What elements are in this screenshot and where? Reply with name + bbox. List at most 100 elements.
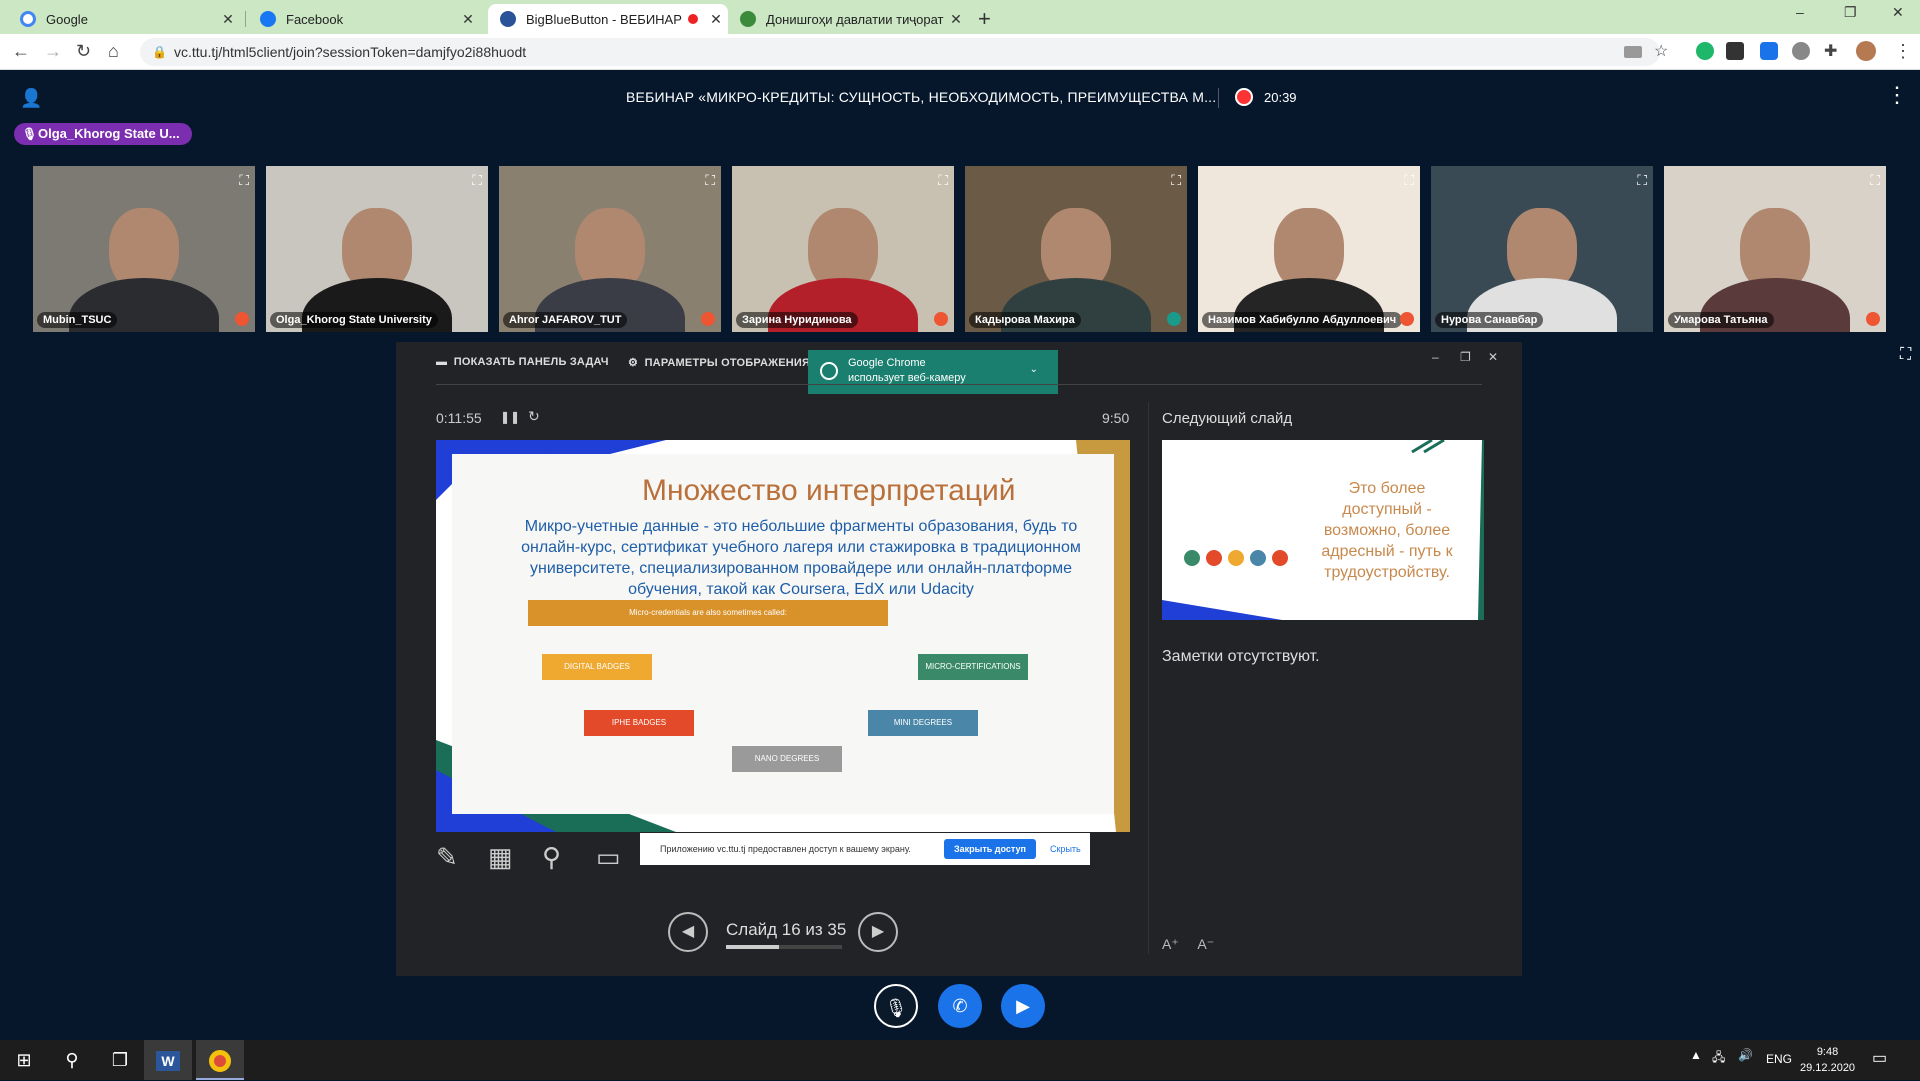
clock[interactable]: 9:48 29.12.2020 [1800,1044,1855,1076]
extension-icon[interactable] [1726,42,1744,60]
close-icon[interactable]: ✕ [944,11,968,28]
slide-label: IPHE BADGES [584,710,694,736]
close-icon[interactable]: ✕ [216,11,240,28]
expand-icon[interactable]: ⛶ [1404,172,1414,189]
increase-font-icon[interactable]: A⁺ [1162,936,1179,952]
maximize-button[interactable]: ❐ [1844,4,1857,21]
menu-icon[interactable]: ⋮ [1894,41,1912,62]
participant-name[interactable]: Назимов Хабибулло Абдуллоевич [1202,312,1403,328]
fullscreen-icon[interactable]: ⛶ [1900,346,1911,364]
close-button[interactable]: ✕ [1488,350,1498,364]
tab-google[interactable]: Google ✕ [8,4,240,34]
expand-icon[interactable]: ⛶ [1637,172,1647,189]
volume-icon[interactable]: 🔊 [1738,1048,1753,1062]
record-icon[interactable] [1235,88,1253,106]
participant-name[interactable]: Ahror JAFAROV_TUT [503,312,628,328]
tab-university[interactable]: Донишгоҳи давлатии тиҷорати ✕ [728,4,968,34]
expand-icon[interactable]: ⛶ [705,172,715,189]
minimize-button[interactable]: – [1432,350,1439,364]
camera-icon[interactable] [1624,46,1642,58]
grammarly-icon[interactable] [1696,42,1714,60]
tab-bigbluebutton[interactable]: BigBlueButton - ВЕБИНАР ✕ [488,4,728,34]
extension-icon[interactable] [1760,42,1778,60]
video-tile[interactable]: ⛶ Mubin_TSUC [33,166,255,332]
close-icon[interactable]: ✕ [456,11,480,28]
expand-icon[interactable]: ⛶ [1870,172,1880,189]
address-bar: ← → ↻ ⌂ 🔒 vc.ttu.tj/html5client/join?ses… [0,34,1920,70]
minimize-button[interactable]: – [1796,4,1804,20]
video-tile[interactable]: ⛶ Olga_Khorog State University [266,166,488,332]
language-indicator[interactable]: ENG [1766,1052,1792,1066]
stop-sharing-button[interactable]: Закрыть доступ [944,839,1036,859]
participant-name[interactable]: Зарина Нуридинова [736,312,858,328]
black-screen-icon[interactable]: ▭ [596,842,621,873]
notifications-icon[interactable]: ▭ [1872,1048,1887,1068]
slide-progress [726,945,842,949]
slides-grid-icon[interactable]: ▦ [488,842,513,873]
muted-mic-icon [1400,312,1414,326]
video-tile[interactable]: ⛶ Назимов Хабибулло Абдуллоевич [1198,166,1420,332]
task-view-icon[interactable]: ❐ [96,1040,144,1080]
home-icon[interactable]: ⌂ [108,41,119,62]
video-tile[interactable]: ⛶ Умарова Татьяна [1664,166,1886,332]
close-icon[interactable]: ✕ [704,11,728,28]
video-tile[interactable]: ⛶ Кадырова Махира [965,166,1187,332]
notification-title: Google Chrome [848,357,926,369]
extension-icon[interactable] [1792,42,1810,60]
user-list-icon[interactable]: 👤 [20,88,42,109]
hide-banner-link[interactable]: Скрыть [1050,833,1081,865]
mic-icon: 🎙 [22,127,38,141]
meeting-header: 👤 ВЕБИНАР «МИКРО-КРЕДИТЫ: СУЩНОСТЬ, НЕОБ… [0,70,1920,126]
participant-name[interactable]: Mubin_TSUC [37,312,118,328]
camera-button[interactable]: ▶ [1001,984,1045,1028]
new-tab-button[interactable]: + [978,6,991,32]
participant-name[interactable]: Нурова Санавбар [1435,312,1544,328]
forward-icon[interactable]: → [44,41,62,62]
video-tile[interactable]: ⛶ Ahror JAFAROV_TUT [499,166,721,332]
next-slide-preview[interactable]: Это более доступный - возможно, более ад… [1162,440,1484,620]
word-icon[interactable]: W [144,1040,192,1080]
participant-name[interactable]: Кадырова Махира [969,312,1081,328]
chevron-up-icon[interactable]: ▲ [1690,1048,1702,1062]
expand-icon[interactable]: ⛶ [239,172,249,189]
network-icon[interactable]: 🖧 [1712,1048,1725,1069]
back-icon[interactable]: ← [12,41,30,62]
search-icon[interactable]: ⚲ [48,1040,96,1080]
reset-icon[interactable]: ↻ [528,408,540,425]
avatar[interactable] [1856,41,1876,61]
previous-slide-button[interactable]: ◀ [668,912,708,952]
options-icon[interactable]: ⋮ [1886,82,1908,108]
mute-mic-button[interactable]: 🎙 [874,984,918,1028]
chevron-down-icon[interactable]: ⌄ [1030,362,1038,377]
decrease-font-icon[interactable]: A⁻ [1197,936,1214,952]
display-settings-button[interactable]: ⚙ ПАРАМЕТРЫ ОТОБРАЖЕНИЯ ▾ [628,356,819,369]
chrome-icon[interactable] [196,1040,244,1080]
next-slide-label: Следующий слайд [1162,410,1293,427]
reload-icon[interactable]: ↻ [76,41,91,62]
close-window-button[interactable]: ✕ [1892,4,1904,21]
pen-icon[interactable]: ✎ [436,842,458,873]
participant-name[interactable]: Умарова Татьяна [1668,312,1774,328]
url-input[interactable]: 🔒 vc.ttu.tj/html5client/join?sessionToke… [140,38,1660,66]
slide-label: NANO DEGREES [732,746,842,772]
participant-name[interactable]: Olga_Khorog State University [270,312,438,328]
tab-facebook[interactable]: Facebook ✕ [248,4,480,34]
puzzle-icon[interactable]: ✚ [1824,41,1837,61]
next-slide-button[interactable]: ▶ [858,912,898,952]
webcam-notification[interactable]: Google Chrome использует веб-камеру ⌄ [808,350,1058,394]
leave-audio-button[interactable]: ✆ [938,984,982,1028]
tab-label: Донишгоҳи давлатии тиҷорати [766,11,944,27]
expand-icon[interactable]: ⛶ [472,172,482,189]
pause-icon[interactable]: ❚❚ [500,410,520,424]
video-tile[interactable]: ⛶ Нурова Санавбар [1431,166,1653,332]
expand-icon[interactable]: ⛶ [1171,172,1181,189]
google-icon [20,11,36,27]
windows-start-icon[interactable]: ⊞ [0,1040,48,1080]
bookmark-star-icon[interactable]: ☆ [1654,41,1668,61]
zoom-icon[interactable]: ⚲ [542,842,561,873]
expand-icon[interactable]: ⛶ [938,172,948,189]
restore-button[interactable]: ❐ [1460,350,1471,364]
video-tile[interactable]: ⛶ Зарина Нуридинова [732,166,954,332]
recording-dot-icon [688,14,698,24]
show-taskbar-button[interactable]: ▬ ПОКАЗАТЬ ПАНЕЛЬ ЗАДАЧ [436,356,609,368]
